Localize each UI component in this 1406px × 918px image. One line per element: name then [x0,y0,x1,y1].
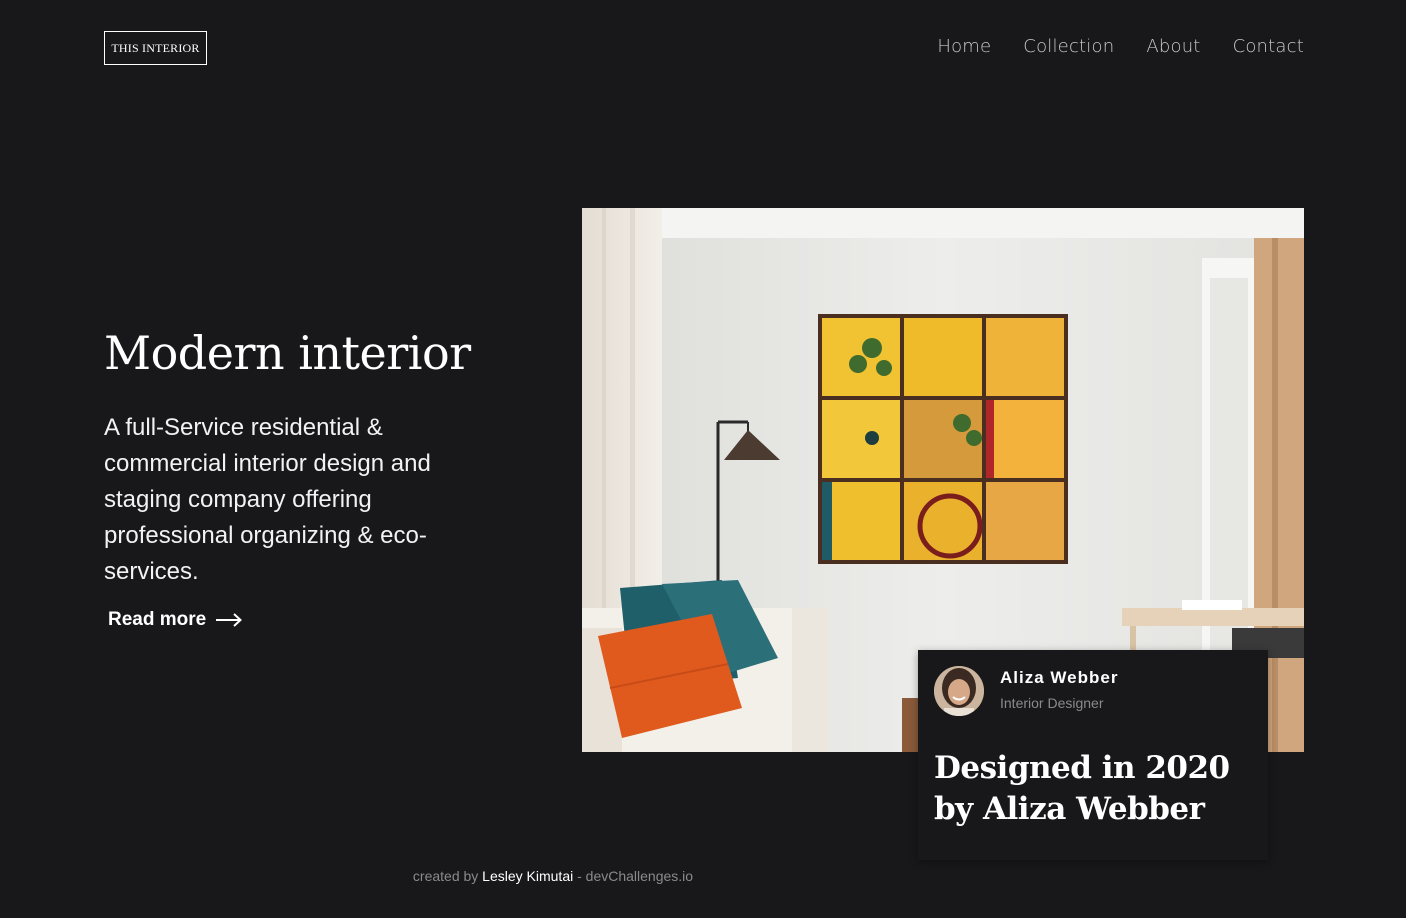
nav-about[interactable]: About [1146,36,1200,57]
arrow-right-icon [216,613,243,627]
hero-title: Modern interior [104,326,471,380]
footer-prefix: created by [412,868,479,884]
designer-role: Interior Designer [1000,695,1104,711]
footer: created by Lesley Kimutai - devChallenge… [0,868,1406,884]
footer-author-link[interactable]: Lesley Kimutai [482,868,573,884]
footer-suffix: - devChallenges.io [577,868,694,884]
nav-collection[interactable]: Collection [1023,36,1114,57]
main-nav: Home Collection About Contact [937,36,1304,57]
designer-name: Aliza Webber [1000,668,1119,687]
nav-contact[interactable]: Contact [1233,36,1304,57]
card-title: Designed in 2020 by Aliza Webber [934,750,1230,827]
hero-description: A full-Service residential & commercial … [104,414,431,585]
read-more-label: Read more [108,609,207,630]
avatar [934,666,984,716]
logo[interactable]: THIS INTERIOR [104,31,207,65]
nav-home[interactable]: Home [937,36,991,57]
read-more-link[interactable]: Read more [108,609,243,631]
designer-card: Aliza Webber Interior Designer Designed … [918,650,1268,860]
logo-text: THIS INTERIOR [111,40,200,55]
